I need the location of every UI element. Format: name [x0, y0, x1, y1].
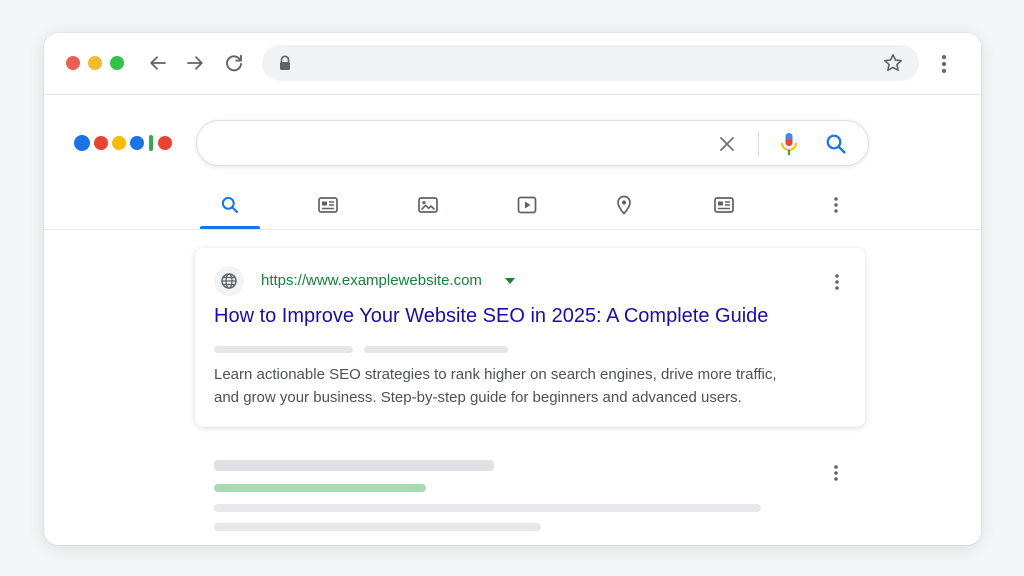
- back-button[interactable]: [146, 51, 170, 75]
- more-vert-icon: [834, 197, 838, 213]
- result-url[interactable]: https://www.examplewebsite.com: [261, 272, 482, 289]
- tab-videos[interactable]: [507, 192, 547, 218]
- more-vert-icon: [834, 465, 838, 481]
- active-tab-indicator: [200, 226, 260, 229]
- news-icon: [318, 197, 338, 213]
- tab-shopping[interactable]: [704, 192, 744, 218]
- tab-more[interactable]: [816, 192, 856, 218]
- minimize-window-button[interactable]: [88, 56, 102, 70]
- lock-icon: [280, 55, 290, 70]
- reload-button[interactable]: [222, 51, 246, 75]
- result-snippet: Learn actionable SEO strategies to rank …: [214, 364, 814, 409]
- caret-down-icon[interactable]: [504, 277, 516, 285]
- snippet-line: and grow your business. Step-by-step gui…: [214, 388, 742, 406]
- logo-dot: [130, 136, 144, 150]
- tab-all[interactable]: [210, 192, 250, 218]
- logo-dot: [149, 135, 153, 151]
- placeholder-options-button[interactable]: [827, 461, 845, 485]
- browser-window: https://www.examplewebsite.com How to Im…: [44, 33, 981, 545]
- search-input[interactable]: [219, 129, 703, 159]
- result-options-button[interactable]: [828, 270, 846, 294]
- globe-icon: [221, 273, 237, 289]
- browser-toolbar: [44, 33, 981, 95]
- search-engine-logo[interactable]: [74, 135, 174, 151]
- search-box: [196, 120, 869, 166]
- search-tabs: [44, 183, 981, 230]
- reload-icon: [226, 54, 242, 72]
- placeholder-snippet-line: [214, 523, 541, 531]
- logo-dot: [158, 136, 172, 150]
- address-bar[interactable]: [262, 45, 919, 81]
- placeholder-line: [214, 346, 353, 353]
- placeholder-url: [214, 484, 426, 492]
- snippet-line: Learn actionable SEO strategies to rank …: [214, 366, 777, 383]
- back-arrow-icon: [150, 56, 166, 70]
- tab-news[interactable]: [308, 192, 348, 218]
- forward-button[interactable]: [183, 51, 207, 75]
- logo-dot: [74, 135, 90, 151]
- placeholder-snippet-line: [214, 504, 761, 512]
- close-window-button[interactable]: [66, 56, 80, 70]
- video-icon: [517, 196, 537, 214]
- star-icon[interactable]: [882, 52, 904, 74]
- result-title-link[interactable]: How to Improve Your Website SEO in 2025:…: [214, 305, 768, 328]
- logo-dot: [94, 136, 108, 150]
- more-vert-icon: [942, 55, 946, 73]
- image-icon: [418, 197, 438, 213]
- microphone-icon[interactable]: [777, 131, 801, 157]
- map-pin-icon: [617, 195, 631, 215]
- browser-menu-button[interactable]: [932, 52, 956, 76]
- search-icon: [221, 196, 239, 214]
- maximize-window-button[interactable]: [110, 56, 124, 70]
- search-icon[interactable]: [824, 132, 848, 156]
- shopping-card-icon: [714, 197, 734, 213]
- search-box-divider: [758, 131, 759, 157]
- placeholder-title: [214, 460, 494, 471]
- site-favicon: [214, 266, 244, 296]
- logo-dot: [112, 136, 126, 150]
- tab-maps[interactable]: [604, 192, 644, 218]
- placeholder-line: [364, 346, 508, 353]
- search-result-card: https://www.examplewebsite.com How to Im…: [195, 248, 865, 427]
- tab-images[interactable]: [408, 192, 448, 218]
- more-vert-icon: [835, 274, 839, 290]
- forward-arrow-icon: [187, 56, 203, 70]
- clear-icon[interactable]: [716, 133, 738, 155]
